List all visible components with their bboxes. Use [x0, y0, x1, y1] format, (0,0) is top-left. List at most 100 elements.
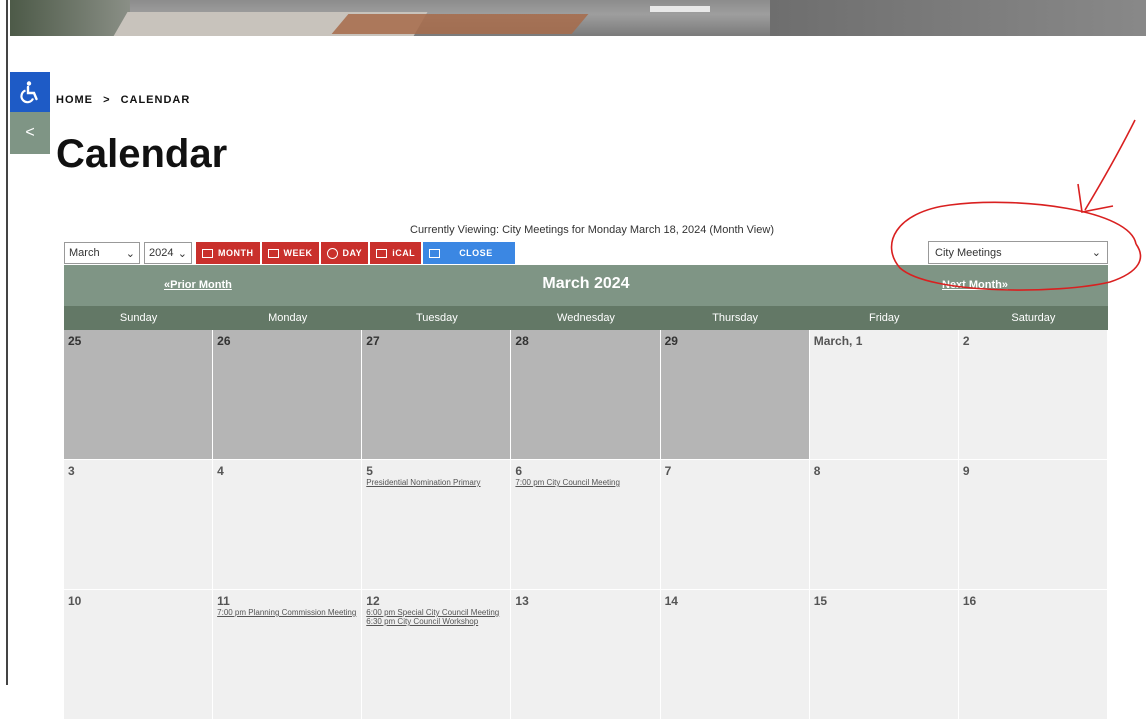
- annotation-arrowhead: [1077, 183, 1114, 213]
- clock-icon: [326, 247, 338, 259]
- calendar-day-cell[interactable]: 4: [213, 460, 363, 590]
- weekday-friday: Friday: [868, 312, 900, 324]
- calendar-icon: [202, 248, 213, 258]
- day-number: 15: [813, 594, 828, 608]
- day-number: 4: [217, 464, 224, 478]
- ical-button[interactable]: iCAL: [370, 242, 422, 264]
- breadcrumb-current: CALENDAR: [120, 94, 191, 106]
- day-view-label: DAY: [342, 248, 363, 258]
- chevron-down-icon: ⌄: [1091, 247, 1101, 259]
- calendar-day-cell[interactable]: 27: [362, 330, 512, 460]
- day-number: 26: [217, 334, 231, 348]
- month-select[interactable]: March ⌄: [64, 242, 140, 264]
- calendar-day-cell[interactable]: 8: [809, 460, 959, 590]
- breadcrumb-home[interactable]: HOME: [56, 94, 93, 106]
- day-number: 13: [515, 594, 529, 608]
- calendar-event-link[interactable]: Presidential Nomination Primary: [366, 478, 506, 487]
- calendar-day-cell[interactable]: 11 7:00 pm Planning Commission Meeting: [213, 590, 363, 720]
- chevron-down-icon: ⌄: [177, 247, 187, 260]
- calendar-day-cell[interactable]: 3: [64, 460, 214, 590]
- accessibility-button[interactable]: [10, 72, 50, 112]
- calendar-event-link[interactable]: 6:30 pm City Council Workshop: [366, 617, 506, 626]
- calendar-event-link[interactable]: 7:00 pm Planning Commission Meeting: [217, 608, 357, 617]
- calendar-day-cell[interactable]: 25: [64, 330, 214, 460]
- next-month-link[interactable]: Next Month»: [942, 279, 1008, 291]
- day-number: 5: [366, 464, 373, 478]
- day-number: 6: [515, 464, 523, 478]
- month-view-button[interactable]: MONTH: [196, 242, 260, 264]
- month-select-value: March: [69, 247, 100, 259]
- day-number: 28: [515, 334, 529, 348]
- calendar-week-row: 10 11 7:00 pm Planning Commission Meeting 1…: [64, 590, 1108, 720]
- week-view-label: WEEK: [283, 248, 313, 258]
- breadcrumb-separator: >: [103, 94, 111, 106]
- day-number: 14: [664, 594, 678, 608]
- day-number: 7: [664, 464, 672, 478]
- calendar-day-cell[interactable]: 13: [511, 590, 661, 720]
- hero-banner-image: [10, 0, 1146, 36]
- calendar-day-cell[interactable]: 26: [213, 330, 363, 460]
- day-number: 27: [366, 334, 380, 348]
- calendar-day-cell[interactable]: 28: [511, 330, 661, 460]
- calendar-day-cell[interactable]: 14: [660, 590, 810, 720]
- weekday-saturday: Saturday: [1011, 312, 1056, 324]
- calendar-toolbar: March ⌄ 2024 ⌄ MONTH WEEK DAY iCAL CLOSE: [64, 241, 517, 265]
- calendar-day-cell[interactable]: 6 7:00 pm City Council Meeting: [511, 460, 661, 590]
- calendar-day-cell[interactable]: 29: [660, 330, 810, 460]
- page-title: Calendar: [56, 132, 228, 176]
- day-number: 16: [962, 594, 977, 608]
- year-select[interactable]: 2024 ⌄: [144, 242, 192, 264]
- calendar-week-row: 3 4 5 Presidential Nomination Primary 6 7:00 …: [64, 460, 1108, 590]
- day-number: 8: [813, 464, 821, 478]
- day-number: 3: [68, 464, 75, 478]
- calendar-day-cell[interactable]: 12 6:00 pm Special City Council Meeting 6:…: [362, 590, 512, 720]
- calendar-day-cell[interactable]: 9: [958, 460, 1108, 590]
- ical-label: iCAL: [392, 248, 416, 258]
- share-button[interactable]: <: [10, 112, 50, 154]
- share-icon: <: [25, 124, 35, 141]
- calendar-day-cell[interactable]: March, 1: [809, 330, 959, 460]
- day-number: 10: [68, 594, 82, 608]
- calendar-category-select[interactable]: City Meetings ⌄: [928, 241, 1108, 264]
- calendar-day-cell[interactable]: 16: [958, 590, 1108, 720]
- day-view-button[interactable]: DAY: [320, 242, 369, 264]
- week-view-button[interactable]: WEEK: [261, 242, 319, 264]
- calendar-event-link[interactable]: 6:00 pm Special City Council Meeting: [366, 608, 506, 617]
- month-view-label: MONTH: [218, 248, 254, 258]
- day-number: 25: [68, 334, 82, 348]
- chevron-down-icon: ⌄: [125, 247, 135, 260]
- currently-viewing-text: Currently Viewing: City Meetings for Mon…: [410, 224, 774, 236]
- calendar-icon: [376, 248, 388, 258]
- calendar-event-link[interactable]: 7:00 pm City Council Meeting: [515, 478, 655, 487]
- calendar-category-value: City Meetings: [935, 246, 1002, 259]
- calendar-day-cell[interactable]: 15: [809, 590, 959, 720]
- weekday-monday: Monday: [268, 312, 308, 324]
- calendar-weeks: 25 26 27 28 29 March, 1 2 3 4 5 Presidential Nomin…: [64, 330, 1108, 720]
- breadcrumb: HOME > CALENDAR: [56, 94, 196, 106]
- calendar-day-cell[interactable]: 10: [64, 590, 214, 720]
- close-icon: [429, 248, 441, 258]
- day-number: 11: [217, 594, 230, 608]
- calendar-day-cell[interactable]: 2: [958, 330, 1108, 460]
- month-calendar: «Prior Month March 2024 Next Month» Sund…: [64, 265, 1108, 720]
- day-number: 12: [366, 594, 380, 608]
- calendar-icon: [267, 248, 279, 258]
- close-label: CLOSE: [459, 248, 493, 258]
- day-number: 2: [962, 334, 970, 348]
- calendar-header: «Prior Month March 2024 Next Month»: [64, 265, 1108, 306]
- wheelchair-icon: [20, 81, 38, 104]
- calendar-day-cell[interactable]: 5 Presidential Nomination Primary: [362, 460, 512, 590]
- annotation-arrow: [1084, 119, 1136, 211]
- left-border: [0, 0, 8, 685]
- calendar-day-cell[interactable]: 7: [660, 460, 810, 590]
- weekday-sunday: Sunday: [119, 312, 158, 324]
- weekday-header-row: Sunday Monday Tuesday Wednesday Thursday Frid…: [64, 306, 1108, 330]
- calendar-week-row: 25 26 27 28 29 March, 1 2: [64, 330, 1108, 460]
- weekday-thursday: Thursday: [712, 312, 759, 324]
- weekday-tuesday: Tuesday: [415, 312, 458, 324]
- day-number: 29: [664, 334, 678, 348]
- year-select-value: 2024: [149, 247, 174, 259]
- close-button[interactable]: CLOSE: [423, 242, 516, 264]
- day-number: 9: [962, 464, 970, 478]
- weekday-wednesday: Wednesday: [557, 312, 615, 324]
